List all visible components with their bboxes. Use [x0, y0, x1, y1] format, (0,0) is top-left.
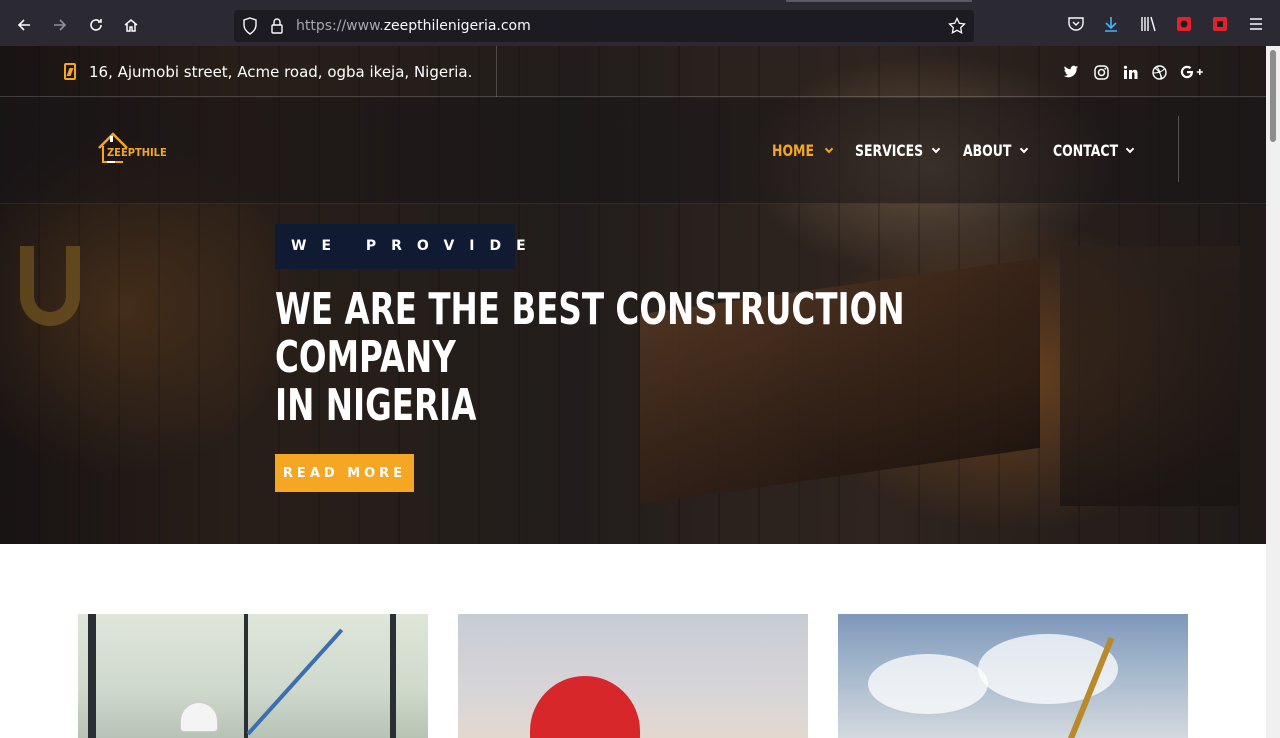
address-text: 16, Ajumobi street, Acme road, ogba ikej…	[89, 63, 473, 81]
hero-headline-line1: WE ARE THE BEST CONSTRUCTION	[275, 284, 905, 335]
site-logo[interactable]: ZEEPTHILE	[93, 128, 173, 168]
url-prefix: https://www.	[296, 18, 384, 34]
hero-headline: WE ARE THE BEST CONSTRUCTION COMPANY IN …	[275, 284, 905, 431]
nav-services-label: SERVICES	[855, 141, 924, 160]
service-card-image-2[interactable]	[458, 614, 808, 738]
menu-icon[interactable]	[1247, 15, 1265, 33]
hero-headline-line2: COMPANY	[275, 332, 456, 383]
chevron-down-icon	[1126, 144, 1135, 153]
nav-contact[interactable]: CONTACT	[1053, 141, 1135, 160]
scrollbar-thumb[interactable]	[1270, 50, 1276, 142]
header-divider	[1178, 116, 1179, 182]
service-card-image-3[interactable]	[838, 614, 1188, 738]
read-more-label: READ MORE	[282, 465, 407, 481]
topbar-divider	[496, 46, 497, 97]
chevron-down-icon	[932, 144, 941, 153]
extension-red2-icon[interactable]	[1211, 15, 1229, 33]
nav-home-label: HOME	[772, 141, 814, 160]
card-building-pillar	[390, 614, 396, 738]
tab-strip-fragment	[786, 0, 972, 2]
card-crane	[246, 628, 344, 736]
phone-icon	[64, 63, 76, 80]
browser-toolbar: https://www.zeepthilenigeria.com	[0, 0, 1280, 46]
service-card-image-1[interactable]	[78, 614, 428, 738]
card-red-helmet	[530, 676, 640, 738]
extension-red-icon[interactable]	[1175, 15, 1193, 33]
logo-text: ZEEPTHILE	[107, 146, 167, 159]
reload-icon[interactable]	[84, 13, 108, 37]
nav-contact-label: CONTACT	[1053, 141, 1119, 160]
hero-headline-line3: IN NIGERIA	[275, 380, 477, 431]
top-info-bar: 16, Ajumobi street, Acme road, ogba ikej…	[0, 46, 1266, 97]
read-more-button[interactable]: READ MORE	[275, 454, 414, 492]
card-cloud	[868, 654, 988, 714]
twitter-icon[interactable]	[1062, 63, 1080, 81]
hero-kicker-box: WE PROVIDE	[275, 224, 526, 269]
web-page: 16, Ajumobi street, Acme road, ogba ikej…	[0, 46, 1266, 738]
nav-about-label: ABOUT	[963, 141, 1012, 160]
pocket-icon[interactable]	[1067, 15, 1085, 33]
dribbble-icon[interactable]	[1150, 63, 1168, 81]
back-arrow-icon[interactable]	[12, 13, 36, 37]
download-icon[interactable]	[1102, 15, 1120, 33]
page-scrollbar[interactable]	[1266, 46, 1280, 738]
card-building-pillar	[88, 614, 96, 738]
card-building-pillar	[244, 614, 248, 738]
card-worker-helmet	[180, 702, 218, 732]
url-domain: zeepthilenigeria.com	[383, 18, 531, 34]
chevron-down-icon	[824, 144, 834, 153]
address-bar[interactable]: https://www.zeepthilenigeria.com	[234, 10, 974, 42]
url-text[interactable]: https://www.zeepthilenigeria.com	[296, 18, 531, 34]
nav-about[interactable]: ABOUT	[963, 141, 1029, 160]
nav-home[interactable]: HOME	[772, 141, 834, 160]
chevron-down-icon	[1019, 144, 1029, 153]
tracking-shield-icon[interactable]	[242, 17, 260, 35]
hero-section: 16, Ajumobi street, Acme road, ogba ikej…	[0, 46, 1266, 544]
instagram-icon[interactable]	[1092, 63, 1110, 81]
google-plus-icon[interactable]	[1180, 63, 1204, 81]
bookmark-star-icon[interactable]	[948, 16, 966, 35]
forward-arrow-icon[interactable]	[48, 13, 72, 37]
linkedin-icon[interactable]	[1121, 63, 1139, 81]
library-icon[interactable]	[1139, 15, 1157, 33]
lock-icon[interactable]	[270, 17, 288, 35]
hero-kicker: WE PROVIDE	[291, 238, 541, 254]
home-icon[interactable]	[119, 13, 143, 37]
nav-services[interactable]: SERVICES	[855, 141, 941, 160]
